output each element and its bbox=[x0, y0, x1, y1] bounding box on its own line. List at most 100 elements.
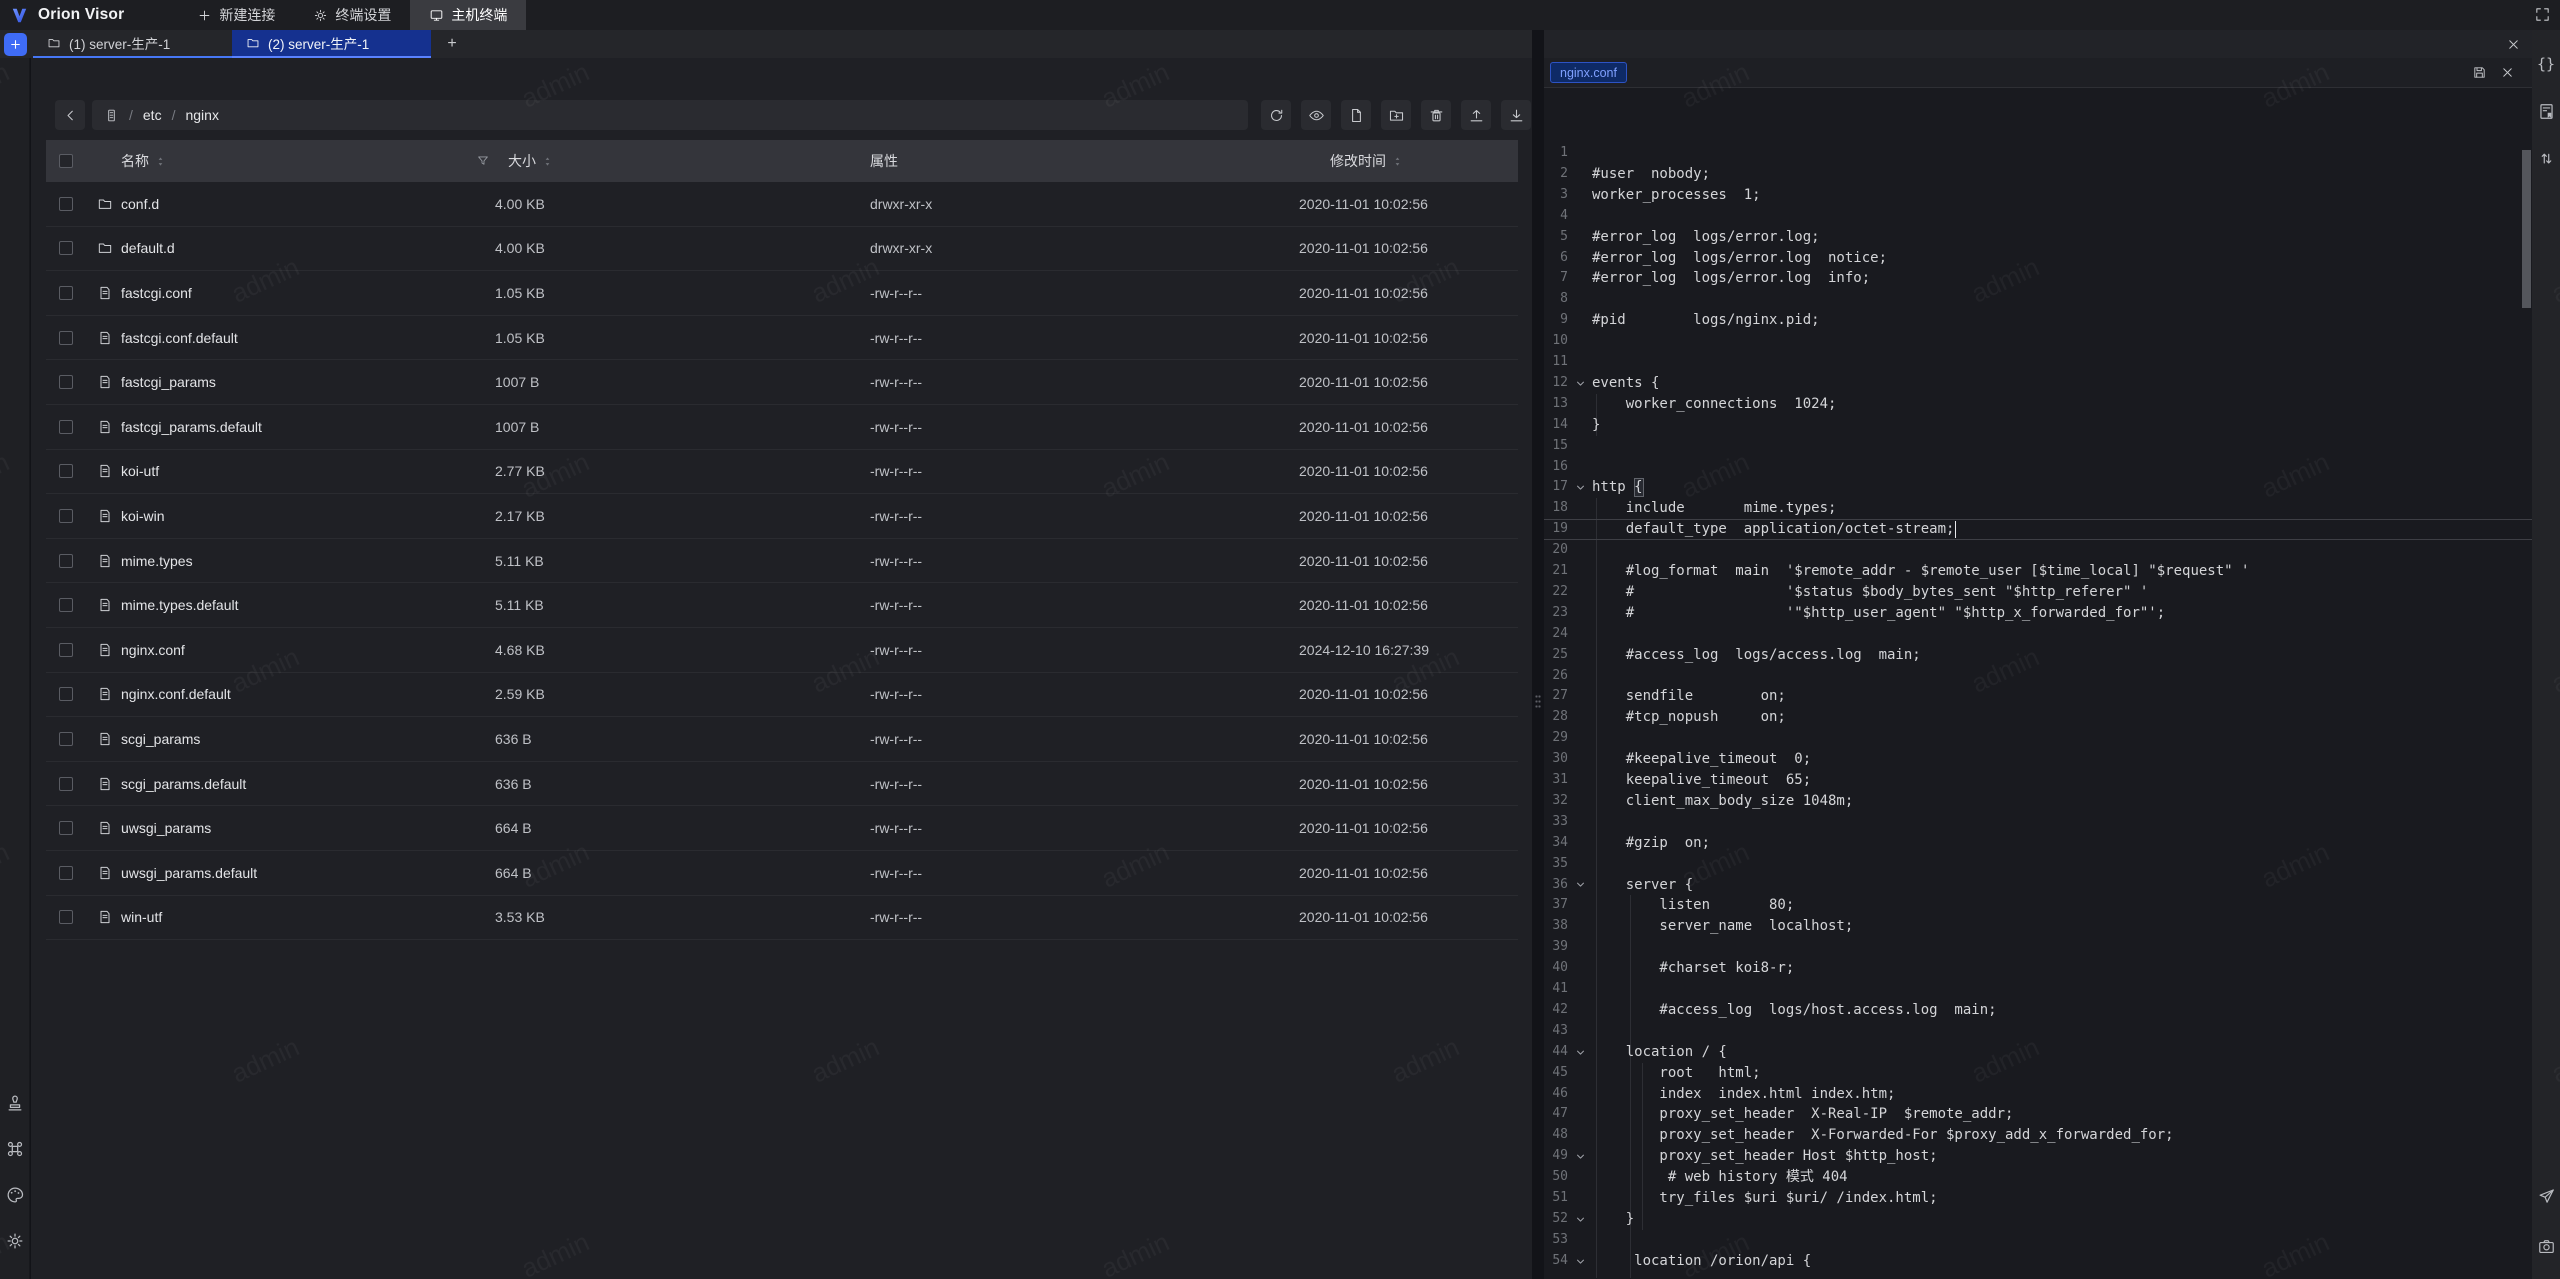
row-checkbox[interactable] bbox=[59, 896, 73, 940]
editor-line[interactable]: 17http { bbox=[1544, 477, 2532, 498]
editor-line[interactable]: 3worker_processes 1; bbox=[1544, 185, 2532, 206]
table-row[interactable]: fastcgi.conf.default1.05 KB-rw-r--r--202… bbox=[46, 316, 1518, 361]
upload-button[interactable] bbox=[1461, 100, 1491, 130]
file-tab-nginx-conf[interactable]: nginx.conf bbox=[1550, 62, 1627, 83]
palette-button[interactable] bbox=[4, 1184, 26, 1206]
editor-line[interactable]: 10 bbox=[1544, 331, 2532, 352]
row-checkbox[interactable] bbox=[59, 851, 73, 895]
back-button[interactable] bbox=[55, 100, 85, 130]
breadcrumb-segment[interactable]: etc bbox=[143, 107, 162, 123]
editor-scrollbar-thumb[interactable] bbox=[2522, 150, 2531, 308]
fullscreen-button[interactable] bbox=[2532, 4, 2554, 26]
row-checkbox[interactable] bbox=[59, 628, 73, 672]
delete-button[interactable] bbox=[1421, 100, 1451, 130]
editor-line[interactable]: 44 location / { bbox=[1544, 1042, 2532, 1063]
row-checkbox[interactable] bbox=[59, 271, 73, 315]
editor-line[interactable]: 38 server_name localhost; bbox=[1544, 916, 2532, 937]
editor-line[interactable]: 12events { bbox=[1544, 373, 2532, 394]
table-row[interactable]: mime.types5.11 KB-rw-r--r--2020-11-01 10… bbox=[46, 539, 1518, 584]
table-row[interactable]: scgi_params636 B-rw-r--r--2020-11-01 10:… bbox=[46, 717, 1518, 762]
swap-updown-button[interactable] bbox=[2535, 147, 2557, 169]
editor-line[interactable]: 6#error_log logs/error.log notice; bbox=[1544, 248, 2532, 269]
table-row[interactable]: conf.d4.00 KBdrwxr-xr-x2020-11-01 10:02:… bbox=[46, 182, 1518, 227]
editor-line[interactable]: 46 index index.html index.htm; bbox=[1544, 1084, 2532, 1105]
editor-line[interactable]: 29 bbox=[1544, 728, 2532, 749]
table-row[interactable]: uwsgi_params664 B-rw-r--r--2020-11-01 10… bbox=[46, 806, 1518, 851]
editor-line[interactable]: 36 server { bbox=[1544, 875, 2532, 896]
row-checkbox[interactable] bbox=[59, 182, 73, 226]
row-checkbox[interactable] bbox=[59, 806, 73, 850]
table-row[interactable]: koi-win2.17 KB-rw-r--r--2020-11-01 10:02… bbox=[46, 494, 1518, 539]
editor-line[interactable]: 33 bbox=[1544, 812, 2532, 833]
add-tab-button[interactable]: + bbox=[431, 30, 473, 58]
editor-line[interactable]: 21 #log_format main '$remote_addr - $rem… bbox=[1544, 561, 2532, 582]
editor-line[interactable]: 51 try_files $uri $uri/ /index.html; bbox=[1544, 1188, 2532, 1209]
braces-button[interactable]: {} bbox=[2535, 53, 2557, 75]
row-checkbox[interactable] bbox=[59, 762, 73, 806]
editor-line[interactable]: 5#error_log logs/error.log; bbox=[1544, 227, 2532, 248]
editor-line[interactable]: 7#error_log logs/error.log info; bbox=[1544, 268, 2532, 289]
send-button[interactable] bbox=[2535, 1185, 2557, 1207]
breadcrumb-segment[interactable]: nginx bbox=[185, 107, 218, 123]
column-header-mtime[interactable]: 修改时间 bbox=[1330, 151, 1404, 171]
column-header-name[interactable]: 名称 bbox=[121, 151, 167, 171]
table-row[interactable]: win-utf3.53 KB-rw-r--r--2020-11-01 10:02… bbox=[46, 896, 1518, 941]
row-checkbox[interactable] bbox=[59, 405, 73, 449]
column-header-size[interactable]: 大小 bbox=[508, 151, 554, 171]
table-row[interactable]: nginx.conf.default2.59 KB-rw-r--r--2020-… bbox=[46, 673, 1518, 718]
menu-item-1[interactable]: 新建连接 bbox=[178, 0, 294, 30]
new-folder-button[interactable] bbox=[1381, 100, 1411, 130]
sort-icon[interactable] bbox=[154, 155, 167, 168]
editor-line[interactable]: 48 proxy_set_header X-Forwarded-For $pro… bbox=[1544, 1125, 2532, 1146]
editor-line[interactable]: 35 bbox=[1544, 854, 2532, 875]
editor-line[interactable]: 32 client_max_body_size 1048m; bbox=[1544, 791, 2532, 812]
close-panel-button[interactable] bbox=[2503, 34, 2524, 55]
editor-line[interactable]: 37 listen 80; bbox=[1544, 895, 2532, 916]
close-editor-button[interactable] bbox=[2497, 62, 2518, 83]
row-checkbox[interactable] bbox=[59, 583, 73, 627]
doc-bookmark-button[interactable] bbox=[2535, 100, 2557, 122]
editor-line[interactable]: 19 default_type application/octet-stream… bbox=[1544, 519, 2532, 540]
table-row[interactable]: mime.types.default5.11 KB-rw-r--r--2020-… bbox=[46, 583, 1518, 628]
save-button[interactable] bbox=[2469, 62, 2490, 83]
editor-line[interactable]: 49 proxy_set_header Host $http_host; bbox=[1544, 1146, 2532, 1167]
editor-line[interactable]: 53 bbox=[1544, 1230, 2532, 1251]
row-checkbox[interactable] bbox=[59, 227, 73, 271]
editor-line[interactable]: 47 proxy_set_header X-Real-IP $remote_ad… bbox=[1544, 1104, 2532, 1125]
editor-line[interactable]: 50 # web history 模式 404 bbox=[1544, 1167, 2532, 1188]
editor-line[interactable]: 16 bbox=[1544, 457, 2532, 478]
settings-button[interactable] bbox=[4, 1230, 26, 1252]
editor-line[interactable]: 43 bbox=[1544, 1021, 2532, 1042]
editor-line[interactable]: 22 # '$status $body_bytes_sent "$http_re… bbox=[1544, 582, 2532, 603]
editor-line[interactable]: 15 bbox=[1544, 436, 2532, 457]
row-checkbox[interactable] bbox=[59, 673, 73, 717]
fold-chevron-icon[interactable] bbox=[1572, 1251, 1588, 1272]
editor-line[interactable]: 20 bbox=[1544, 540, 2532, 561]
new-connection-button[interactable] bbox=[4, 33, 27, 56]
stamp-button[interactable] bbox=[4, 1092, 26, 1114]
brand[interactable]: Orion Visor bbox=[0, 6, 138, 25]
editor-line[interactable]: 41 bbox=[1544, 979, 2532, 1000]
table-row[interactable]: fastcgi.conf1.05 KB-rw-r--r--2020-11-01 … bbox=[46, 271, 1518, 316]
row-checkbox[interactable] bbox=[59, 360, 73, 404]
fold-chevron-icon[interactable] bbox=[1572, 1042, 1588, 1063]
table-row[interactable]: scgi_params.default636 B-rw-r--r--2020-1… bbox=[46, 762, 1518, 807]
terminal-tab-1[interactable]: (1) server-生产-1 bbox=[33, 30, 232, 58]
table-row[interactable]: fastcgi_params1007 B-rw-r--r--2020-11-01… bbox=[46, 360, 1518, 405]
editor-line[interactable]: 40 #charset koi8-r; bbox=[1544, 958, 2532, 979]
terminal-tab-2[interactable]: (2) server-生产-1 bbox=[232, 30, 431, 58]
editor-line[interactable]: 30 #keepalive_timeout 0; bbox=[1544, 749, 2532, 770]
breadcrumb[interactable]: /etc/nginx bbox=[92, 100, 1248, 130]
fold-chevron-icon[interactable] bbox=[1572, 1146, 1588, 1167]
sort-icon[interactable] bbox=[1391, 155, 1404, 168]
table-row[interactable]: fastcgi_params.default1007 B-rw-r--r--20… bbox=[46, 405, 1518, 450]
editor-line[interactable]: 42 #access_log logs/host.access.log main… bbox=[1544, 1000, 2532, 1021]
editor-line[interactable]: 11 bbox=[1544, 352, 2532, 373]
filter-icon[interactable] bbox=[476, 154, 490, 168]
editor-line[interactable]: 4 bbox=[1544, 206, 2532, 227]
editor-line[interactable]: 28 #tcp_nopush on; bbox=[1544, 707, 2532, 728]
editor-line[interactable]: 24 bbox=[1544, 624, 2532, 645]
editor-line[interactable]: 18 include mime.types; bbox=[1544, 498, 2532, 519]
editor-line[interactable]: 26 bbox=[1544, 666, 2532, 687]
editor-line[interactable]: 31 keepalive_timeout 65; bbox=[1544, 770, 2532, 791]
